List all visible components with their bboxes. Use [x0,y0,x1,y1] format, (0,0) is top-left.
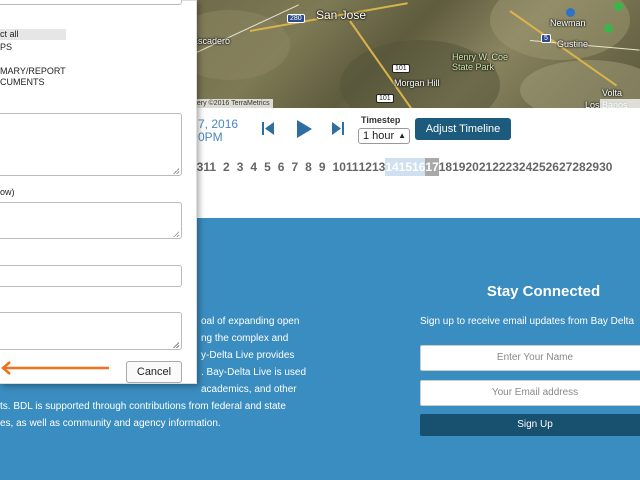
textarea-field[interactable] [0,312,182,350]
hour-tick[interactable]: 2 [223,158,230,176]
sign-up-button[interactable]: Sign Up [420,414,640,436]
hour-tick[interactable]: 7 [291,158,298,176]
hour-tick[interactable]: 20 [465,158,478,176]
map-attribution-right [600,99,640,108]
hour-tick[interactable]: 27 [559,158,572,176]
station-marker[interactable] [614,2,623,11]
stay-connected-subtitle: Sign up to receive email updates from Ba… [420,316,634,327]
skip-back-icon [262,122,274,135]
list-option[interactable]: CUMENTS [0,77,45,88]
top-input[interactable] [0,0,182,5]
skip-back-button[interactable] [262,122,274,140]
resize-handle-icon[interactable] [173,342,179,348]
email-input[interactable]: Your Email address [420,380,640,406]
cancel-button[interactable]: Cancel [126,361,182,383]
text-input[interactable] [0,265,182,287]
hour-tick[interactable]: 14 [385,158,399,176]
hour-tick[interactable]: 28 [572,158,585,176]
hour-tick[interactable]: 19 [452,158,465,176]
timestep-select[interactable]: 1 hour ▲ [358,128,410,144]
hour-tick[interactable]: 13 [372,158,385,176]
station-marker[interactable] [604,24,613,33]
hour-strip[interactable]: 0311 2 3 4 5 6 7 8 9 10 11 12 13 14 15 16 17 18 19 20 21 22 23… [190,158,612,176]
hour-tick[interactable]: 17 [425,158,439,176]
hour-tick[interactable]: 12 [359,158,372,176]
arrow-left-icon [1,361,109,375]
hour-tick[interactable]: 10 [333,158,346,176]
highway-shield: 5 [541,34,551,43]
hour-tick[interactable]: 8 [305,158,312,176]
adjust-timeline-button[interactable]: Adjust Timeline [415,118,511,140]
hour-tick[interactable]: 9 [319,158,326,176]
skip-forward-button[interactable] [332,122,344,140]
hour-tick[interactable]: 25 [532,158,545,176]
comment-textarea[interactable] [0,113,182,176]
resize-handle-icon[interactable] [173,231,179,237]
play-icon [297,120,312,138]
city-label: San Jose [316,8,367,22]
download-dialog: ct all PS MARY/REPORT CUMENTS ow) Cancel [0,0,197,384]
highway-shield: 101 [392,64,410,73]
hour-tick[interactable]: 4 [250,158,257,176]
about-line: ts. BDL is supported through contributio… [0,401,286,412]
hour-tick[interactable]: 30 [599,158,612,176]
time-line: 0PM [198,130,223,144]
timeline-date: 7, 2016 0PM [198,118,238,144]
hour-tick[interactable]: 26 [546,158,559,176]
timestep-label: Timestep [361,115,401,125]
city-label: Newman [550,18,586,28]
hour-tick[interactable]: 21 [479,158,492,176]
list-option[interactable]: MARY/REPORT [0,66,66,77]
hour-tick[interactable]: 18 [439,158,452,176]
map-attribution: gery ©2016 TerraMetrics [190,99,273,108]
hour-tick[interactable]: 11 [346,158,359,176]
resize-handle-icon[interactable] [173,168,179,174]
field-label: ow) [0,187,15,197]
park-label: Henry W. Coe State Park [452,52,509,72]
textarea-field[interactable] [0,202,182,239]
hour-tick[interactable]: 3 [237,158,244,176]
stay-connected-title: Stay Connected [486,283,601,300]
station-marker[interactable] [566,8,575,17]
hour-tick[interactable]: 24 [519,158,532,176]
list-option[interactable]: PS [0,42,12,53]
terrain [340,40,500,108]
city-label: Gustine [557,39,589,49]
hour-tick[interactable]: 22 [492,158,505,176]
highway-shield: 280 [287,14,305,23]
hour-tick[interactable]: 6 [278,158,285,176]
city-label: Volta [602,88,623,98]
hour-tick[interactable]: 29 [586,158,599,176]
select-all-option[interactable]: ct all [0,29,19,40]
hour-tick[interactable]: 5 [264,158,271,176]
highway-shield: 101 [376,94,394,103]
about-line: es, as well as community and agency info… [0,418,221,429]
hour-tick[interactable]: 15 [398,158,413,176]
name-input[interactable]: Enter Your Name [420,345,640,371]
city-label: Morgan Hill [394,78,440,88]
play-button[interactable] [297,120,312,143]
hour-tick[interactable]: 16 [412,158,426,176]
hour-tick[interactable]: 23 [506,158,519,176]
skip-forward-icon [332,122,344,135]
timestep-value: 1 hour [363,130,395,142]
city-label: Escadero [192,36,231,46]
map-view[interactable]: San Jose Escadero Morgan Hill Henry W. C… [190,0,640,108]
updown-caret-icon: ▲ [398,131,406,140]
